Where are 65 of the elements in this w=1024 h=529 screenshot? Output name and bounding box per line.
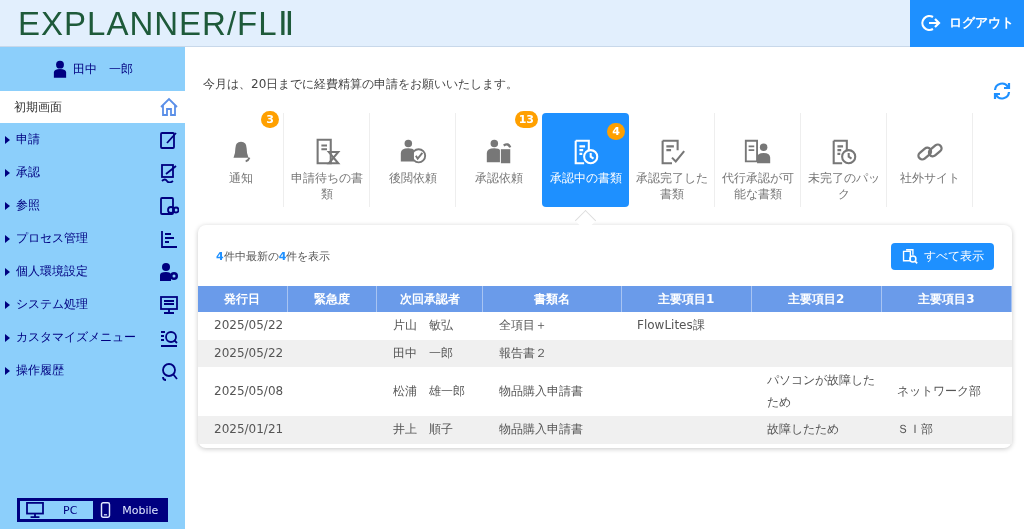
column-header[interactable]: 次回承認者 [376, 286, 483, 312]
logout-icon [920, 13, 941, 33]
table-cell: ネットワーク部 [897, 384, 982, 398]
shortcut-tile[interactable]: 4 承認中の書類 [542, 113, 629, 207]
column-header[interactable]: 書類名 [482, 286, 621, 312]
sidebar-menu-item[interactable]: 操作履歴 [0, 354, 185, 387]
shortcut-tile[interactable]: 申請待ちの書類 [284, 113, 370, 207]
sidebar-menu-item[interactable]: システム処理 [0, 288, 185, 321]
logout-button[interactable]: ログアウト [910, 0, 1024, 47]
shortcut-tile[interactable]: 社外サイト [887, 113, 973, 207]
column-header[interactable]: 主要項目1 [621, 286, 752, 312]
show-all-button[interactable]: すべて表示 [891, 243, 994, 270]
sidebar-menu-item[interactable]: 承認 [0, 156, 185, 189]
user-gear-icon [159, 261, 179, 282]
table-cell: 物品購入申請書 [498, 422, 583, 437]
table-cell: 物品購入申請書 [498, 384, 583, 398]
column-header[interactable]: 主要項目2 [751, 286, 882, 312]
documents-search-icon [901, 248, 918, 265]
view-toggle-button[interactable]: PC [19, 500, 94, 520]
table-cell: 2025/05/22 [214, 318, 284, 332]
shortcut-tile[interactable]: 3 通知 [198, 113, 284, 207]
sidebar-menu-item[interactable]: 個人環境設定 [0, 255, 185, 288]
count-badge: 3 [261, 111, 279, 128]
home-menu-item[interactable]: 初期画面 [0, 91, 185, 123]
edit-icon [159, 129, 179, 150]
count-badge: 13 [514, 111, 538, 128]
count-badge: 4 [607, 123, 625, 140]
table-cell: 報告書２ [498, 345, 547, 360]
table-cell: パソコンが故障したため [767, 373, 876, 409]
column-header[interactable]: 主要項目3 [881, 286, 1012, 312]
monitor-icon [26, 502, 44, 518]
shortcut-tile[interactable]: 代行承認が可能な書類 [715, 113, 801, 207]
shortcut-tile[interactable]: 後閲依頼 [370, 113, 456, 207]
sidebar-menu-item[interactable]: カスタマイズメニュー [0, 321, 185, 354]
shortcut-tile[interactable]: 未完了のパック [801, 113, 887, 207]
table-cell: 2025/01/21 [214, 422, 284, 437]
table-cell: 田中 一郎 [392, 345, 453, 360]
sidebar-menu-item[interactable]: プロセス管理 [0, 222, 185, 255]
column-header[interactable]: 緊急度 [287, 286, 377, 312]
table-cell: 全項目＋ [498, 318, 547, 332]
refresh-icon[interactable] [992, 81, 1012, 101]
sidebar-menu-item[interactable]: 参照 [0, 189, 185, 222]
monitor-icon [159, 294, 179, 315]
signature-icon [159, 162, 179, 183]
table-cell: 故障したため [767, 422, 840, 437]
list-icon [159, 228, 179, 249]
smartphone-icon [99, 502, 111, 518]
app-logo: EXPLANNER/FLⅡ [17, 3, 295, 43]
table-cell: 2025/05/08 [214, 384, 284, 398]
notice-text: 今月は、20日までに経費精算の申請をお願いいたします。 [203, 75, 519, 93]
table-cell: ＳＩ部 [897, 422, 934, 437]
table-cell: 片山 敏弘 [392, 318, 453, 332]
user-name: 田中 一郎 [72, 60, 133, 78]
user-icon [52, 60, 67, 78]
sidebar-menu-item[interactable]: 申請 [0, 123, 185, 156]
result-summary: 4件中最新の4件を表示 [216, 249, 331, 264]
table-cell: 井上 順子 [392, 422, 453, 437]
shortcut-tile[interactable]: 承認完了した書類 [629, 113, 715, 207]
column-header[interactable]: 発行日 [198, 286, 288, 312]
view-toggle-button[interactable]: Mobile [93, 500, 166, 520]
table-cell: 松浦 雄一郎 [392, 384, 465, 398]
shortcut-tile[interactable]: 13 承認依頼 [456, 113, 542, 207]
home-icon [159, 97, 179, 117]
table-cell: 2025/05/22 [214, 345, 284, 360]
table-cell: FlowLites課 [637, 318, 705, 332]
